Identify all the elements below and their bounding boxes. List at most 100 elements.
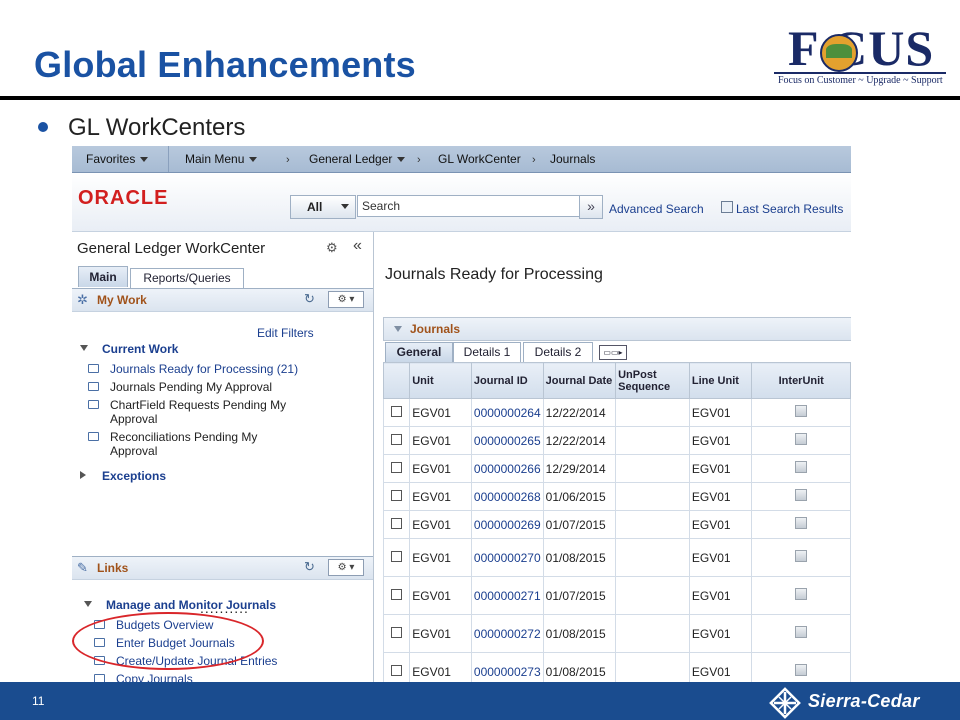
edit-filters-link[interactable]: Edit Filters xyxy=(257,326,314,340)
journal-id-link[interactable]: 0000000272 xyxy=(474,627,541,641)
breadcrumb-general-ledger[interactable]: General Ledger xyxy=(309,152,406,166)
work-item-chartfield-requests[interactable]: ChartField Requests Pending My Approval xyxy=(88,398,288,426)
row-select-checkbox[interactable] xyxy=(391,588,403,600)
cell-line-unit: EGV01 xyxy=(688,482,753,511)
row-select-checkbox[interactable] xyxy=(391,550,403,562)
bullet-item: GL WorkCenters xyxy=(38,114,245,142)
search-go-button[interactable]: » xyxy=(579,195,603,219)
column-header-journal-date[interactable]: Journal Date xyxy=(542,362,617,399)
breadcrumb-journals[interactable]: Journals xyxy=(550,152,595,166)
app-screenshot: Favorites Main Menu › General Ledger › G… xyxy=(72,146,851,682)
row-select-checkbox[interactable] xyxy=(391,433,403,445)
refresh-icon[interactable]: ↻ xyxy=(304,559,315,575)
search-scope-select[interactable]: All xyxy=(290,195,356,219)
journal-id-link[interactable]: 0000000270 xyxy=(474,551,541,565)
cell-unit: EGV01 xyxy=(409,652,472,682)
row-select-checkbox[interactable] xyxy=(391,489,403,501)
favorites-menu[interactable]: Favorites xyxy=(86,152,149,166)
journal-id-link[interactable]: 0000000271 xyxy=(474,589,541,603)
search-input[interactable]: Search xyxy=(357,195,581,217)
tab-details-1[interactable]: Details 1 xyxy=(453,342,521,362)
row-select-cell xyxy=(382,576,411,615)
cell-journal-date: 01/08/2015 xyxy=(542,538,617,577)
pagelet-options-button[interactable]: ⚙ ▾ xyxy=(328,291,364,308)
links-label: Links xyxy=(97,561,129,575)
cell-journal-id: 0000000272 xyxy=(470,614,544,653)
cell-interunit xyxy=(751,482,851,511)
cell-line-unit: EGV01 xyxy=(688,538,753,577)
cell-line-unit: EGV01 xyxy=(688,426,753,455)
breadcrumb-label: General Ledger xyxy=(309,152,393,166)
current-work-label: Current Work xyxy=(102,342,179,356)
focus-logo: F CUS Focus on Customer ~ Upgrade ~ Supp… xyxy=(774,20,946,88)
main-menu[interactable]: Main Menu xyxy=(185,152,258,166)
cell-journal-date: 12/22/2014 xyxy=(542,398,617,427)
cell-unit: EGV01 xyxy=(409,510,472,539)
column-header-unpost-sequence[interactable]: UnPost Sequence xyxy=(615,362,690,399)
work-item-journals-ready[interactable]: Journals Ready for Processing (21) xyxy=(88,362,298,376)
cell-line-unit: EGV01 xyxy=(688,614,753,653)
pagelet-options-button[interactable]: ⚙ ▾ xyxy=(328,559,364,576)
highlight-oval xyxy=(72,612,264,670)
row-select-checkbox[interactable] xyxy=(391,461,403,473)
column-header-unit[interactable]: Unit xyxy=(409,362,472,399)
row-select-checkbox[interactable] xyxy=(391,664,403,676)
cell-unpost-sequence xyxy=(615,614,690,653)
cell-journal-date: 01/08/2015 xyxy=(542,652,617,682)
my-work-label: My Work xyxy=(97,293,147,307)
journal-id-link[interactable]: 0000000273 xyxy=(474,665,541,679)
column-header-interunit[interactable]: InterUnit xyxy=(751,362,851,399)
row-select-checkbox[interactable] xyxy=(391,405,403,417)
cell-journal-date: 01/07/2015 xyxy=(542,576,617,615)
advanced-search-link[interactable]: Advanced Search xyxy=(609,202,704,216)
journal-id-link[interactable]: 0000000268 xyxy=(474,490,541,504)
bullet-text: GL WorkCenters xyxy=(68,114,246,141)
tab-details-2[interactable]: Details 2 xyxy=(523,342,593,362)
last-search-results-link[interactable]: Last Search Results xyxy=(736,202,843,216)
row-select-checkbox[interactable] xyxy=(391,517,403,529)
paperclip-icon: ✎ xyxy=(77,560,88,575)
journal-id-link[interactable]: 0000000265 xyxy=(474,434,541,448)
cell-journal-date: 01/07/2015 xyxy=(542,510,617,539)
sierra-cedar-brand: Sierra-Cedar xyxy=(808,691,920,711)
window-icon xyxy=(88,382,99,391)
manage-journals-section[interactable]: Manage and Monitor Journals xyxy=(84,598,277,612)
page-title: Journals Ready for Processing xyxy=(385,266,603,283)
column-header-line-unit[interactable]: Line Unit xyxy=(688,362,753,399)
show-all-columns-icon[interactable]: ▭▭▸ xyxy=(599,345,627,360)
journal-id-link[interactable]: 0000000264 xyxy=(474,406,541,420)
gear-icon[interactable]: ⚙ xyxy=(326,240,338,256)
tab-reports-queries[interactable]: Reports/Queries xyxy=(130,268,244,288)
cell-journal-id: 0000000265 xyxy=(470,426,544,455)
work-item-journals-pending[interactable]: Journals Pending My Approval xyxy=(88,380,288,394)
cell-journal-id: 0000000268 xyxy=(470,482,544,511)
bullet-dot xyxy=(38,121,48,132)
column-header-journal-id[interactable]: Journal ID xyxy=(470,362,544,399)
collapsed-triangle-icon xyxy=(80,471,86,479)
refresh-icon[interactable]: ↻ xyxy=(304,291,315,307)
current-work-section[interactable]: Current Work xyxy=(80,342,179,356)
exceptions-section[interactable]: Exceptions xyxy=(80,469,166,483)
manage-journals-label: Manage and Monitor Journals xyxy=(106,598,277,612)
interunit-checkbox xyxy=(795,433,808,445)
tab-general[interactable]: General xyxy=(385,342,453,362)
link-copy-journals[interactable]: Copy Journals xyxy=(94,672,294,682)
table-row: EGV01 0000000265 12/22/2014 EGV01 xyxy=(382,426,851,455)
row-select-checkbox[interactable] xyxy=(391,626,403,638)
cell-line-unit: EGV01 xyxy=(688,398,753,427)
favorites-label: Favorites xyxy=(86,152,136,166)
window-icon xyxy=(88,432,99,441)
cell-unpost-sequence xyxy=(615,454,690,483)
journals-grid-header: Journals xyxy=(383,317,851,341)
collapse-pane-icon[interactable]: « xyxy=(353,237,362,255)
breadcrumb-gl-workcenter[interactable]: GL WorkCenter xyxy=(438,152,521,166)
focus-logo-emblem xyxy=(820,34,858,72)
journal-id-link[interactable]: 0000000269 xyxy=(474,518,541,532)
cell-unpost-sequence xyxy=(615,538,690,577)
work-item-reconciliations[interactable]: Reconciliations Pending My Approval xyxy=(88,430,288,458)
journal-id-link[interactable]: 0000000266 xyxy=(474,462,541,476)
breadcrumb-separator-icon: › xyxy=(286,154,290,166)
row-select-cell xyxy=(382,652,411,682)
window-icon xyxy=(88,400,99,409)
tab-main[interactable]: Main xyxy=(78,266,128,287)
